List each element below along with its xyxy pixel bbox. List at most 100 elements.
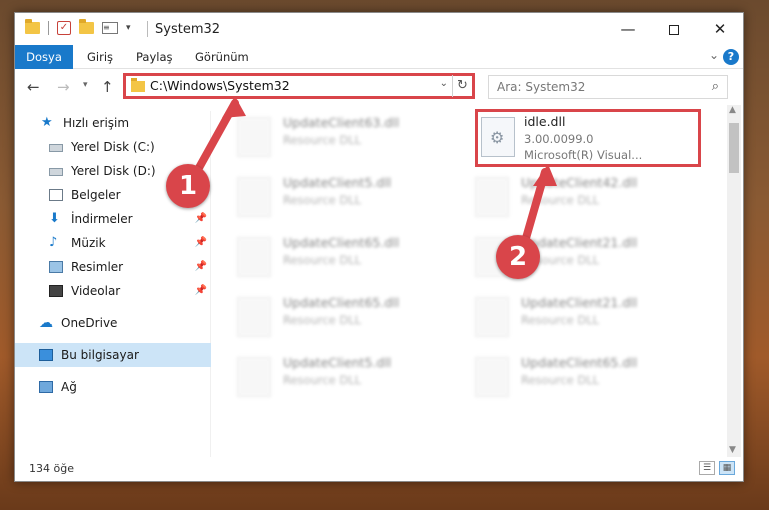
drive-icon <box>49 144 63 152</box>
file-name: idle.dll <box>524 114 566 129</box>
dll-file-icon: ⚙ <box>481 117 515 157</box>
new-folder-icon[interactable] <box>79 19 94 34</box>
highlighted-file-idle-dll[interactable]: ⚙ idle.dll 3.00.0099.0 Microsoft(R) Visu… <box>475 109 701 167</box>
computer-icon <box>39 349 53 361</box>
properties-check-icon[interactable]: ✓ <box>57 21 71 35</box>
video-icon <box>49 285 63 297</box>
file-company: Microsoft(R) Visual... <box>524 148 643 162</box>
pin-icon[interactable]: 📌 <box>195 207 207 231</box>
tab-home[interactable]: Giriş <box>87 45 113 69</box>
dll-file-icon <box>237 297 271 337</box>
search-placeholder: Ara: System32 <box>497 80 586 94</box>
list-item[interactable]: UpdateClient5.dll Resource DLL <box>237 173 457 225</box>
view-switcher: ☰ ▦ <box>699 461 735 475</box>
file-list: UpdateClient63.dll Resource DLL UpdateCl… <box>223 105 723 455</box>
download-icon: ⬇ <box>49 211 60 226</box>
quick-access-toolbar: ✓ ≡ ▾ <box>25 19 131 35</box>
sidebar-item-this-pc[interactable]: Bu bilgisayar <box>15 343 211 367</box>
file-type: Resource DLL <box>283 253 362 267</box>
chevron-down-icon[interactable]: ▾ <box>126 23 131 33</box>
file-name: UpdateClient21.dll <box>521 235 638 250</box>
dll-file-icon <box>237 237 271 277</box>
file-type: Resource DLL <box>283 313 362 327</box>
dll-file-icon <box>475 297 509 337</box>
pin-icon[interactable]: 📌 <box>195 279 207 303</box>
pin-icon[interactable]: 📌 <box>195 255 207 279</box>
gear-icon: ⚙ <box>490 128 505 147</box>
customize-toolbar-icon[interactable]: ≡ <box>102 22 118 34</box>
scroll-up-icon[interactable]: ▲ <box>729 105 736 115</box>
address-bar[interactable]: C:\Windows\System32 ⌄ ↻ <box>123 73 475 99</box>
file-explorer-window: ✓ ≡ ▾ System32 — ✕ Dosya Giriş Paylaş Gö… <box>14 12 744 482</box>
search-icon[interactable]: ⌕ <box>712 79 719 94</box>
music-icon: ♪ <box>49 235 58 250</box>
up-arrow-icon[interactable]: ↑ <box>101 78 114 96</box>
navigation-bar: ← → ▾ ↑ C:\Windows\System32 ⌄ ↻ Ara: Sys… <box>15 71 743 103</box>
file-type: Resource DLL <box>521 313 600 327</box>
sidebar-item-network[interactable]: Ağ <box>15 375 211 399</box>
sidebar-item-pictures[interactable]: Resimler 📌 <box>15 255 211 279</box>
list-item[interactable]: UpdateClient5.dll Resource DLL <box>237 353 457 405</box>
close-button[interactable]: ✕ <box>697 13 743 45</box>
list-item[interactable]: UpdateClient65.dll Resource DLL <box>475 353 695 405</box>
scroll-thumb[interactable] <box>729 123 739 173</box>
file-name: UpdateClient5.dll <box>283 175 392 190</box>
dll-file-icon <box>475 177 509 217</box>
list-item[interactable]: UpdateClient63.dll Resource DLL <box>237 113 457 165</box>
expand-ribbon-icon[interactable]: ⌄ <box>709 48 719 62</box>
sidebar-item-label: Bu bilgisayar <box>61 348 139 362</box>
sidebar-item-label: İndirmeler <box>71 212 133 226</box>
window-title: System32 <box>155 22 221 37</box>
forward-arrow-icon[interactable]: → <box>57 78 70 96</box>
sidebar-item-label: OneDrive <box>61 316 118 330</box>
tab-file[interactable]: Dosya <box>15 45 73 69</box>
list-item[interactable]: UpdateClient42.dll Resource DLL <box>475 173 695 225</box>
file-version: 3.00.0099.0 <box>524 132 594 146</box>
back-arrow-icon[interactable]: ← <box>27 78 40 96</box>
file-type: Resource DLL <box>283 133 362 147</box>
folder-icon <box>131 78 145 92</box>
file-type: Resource DLL <box>283 193 362 207</box>
maximize-button[interactable] <box>651 13 697 45</box>
file-name: UpdateClient21.dll <box>521 295 638 310</box>
sidebar-item-downloads[interactable]: ⬇ İndirmeler 📌 <box>15 207 211 231</box>
sidebar-item-onedrive[interactable]: ☁ OneDrive <box>15 311 211 335</box>
dll-file-icon <box>237 177 271 217</box>
sidebar-item-videos[interactable]: Videolar 📌 <box>15 279 211 303</box>
scroll-down-icon[interactable]: ▼ <box>729 445 736 455</box>
refresh-icon[interactable]: ↻ <box>452 75 472 97</box>
pin-icon[interactable]: 📌 <box>195 231 207 255</box>
tiles-view-icon[interactable]: ▦ <box>719 461 735 475</box>
minimize-button[interactable]: — <box>605 13 651 45</box>
file-type: Resource DLL <box>521 373 600 387</box>
vertical-scrollbar[interactable]: ▲ ▼ <box>727 105 741 457</box>
sidebar-item-label: Belgeler <box>71 188 121 202</box>
recent-locations-icon[interactable]: ▾ <box>83 80 88 90</box>
chevron-down-icon[interactable]: ⌄ <box>440 78 448 89</box>
list-item[interactable]: UpdateClient65.dll Resource DLL <box>237 293 457 345</box>
tab-share[interactable]: Paylaş <box>136 45 173 69</box>
dll-file-icon <box>475 357 509 397</box>
sidebar-item-label: Hızlı erişim <box>63 116 130 130</box>
star-icon: ★ <box>41 115 53 130</box>
sidebar-item-label: Yerel Disk (D:) <box>71 164 156 178</box>
sidebar-item-local-disk-c[interactable]: Yerel Disk (C:) <box>15 135 211 159</box>
help-icon[interactable]: ? <box>723 49 739 65</box>
address-path[interactable]: C:\Windows\System32 <box>150 78 290 93</box>
search-input[interactable]: Ara: System32 ⌕ <box>488 75 728 99</box>
folder-icon <box>25 19 40 34</box>
file-name: UpdateClient5.dll <box>283 355 392 370</box>
sidebar-item-music[interactable]: ♪ Müzik 📌 <box>15 231 211 255</box>
list-item[interactable]: UpdateClient21.dll Resource DLL <box>475 293 695 345</box>
dll-file-icon <box>237 117 271 157</box>
file-name: UpdateClient65.dll <box>283 295 400 310</box>
list-item[interactable]: UpdateClient65.dll Resource DLL <box>237 233 457 285</box>
file-name: UpdateClient65.dll <box>521 355 638 370</box>
tab-view[interactable]: Görünüm <box>195 45 249 69</box>
file-name: UpdateClient65.dll <box>283 235 400 250</box>
item-count: 134 öğe <box>29 462 74 475</box>
sidebar-item-label: Ağ <box>61 380 77 394</box>
sidebar-item-quick-access[interactable]: ★ Hızlı erişim <box>15 111 211 135</box>
details-view-icon[interactable]: ☰ <box>699 461 715 475</box>
navigation-pane: ★ Hızlı erişim Yerel Disk (C:) Yerel Dis… <box>15 111 211 461</box>
